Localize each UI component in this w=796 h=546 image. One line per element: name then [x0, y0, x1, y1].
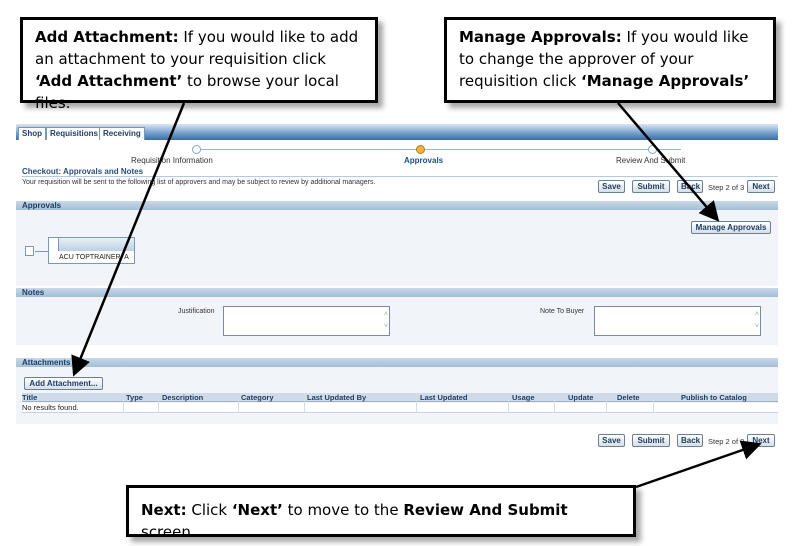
column-header-last-updated[interactable]: Last Updated: [420, 393, 468, 402]
approver-name: ACU TOPTRAINER, A: [59, 254, 129, 261]
column-divider: [158, 393, 159, 413]
add-attachment-button[interactable]: Add Attachment...: [24, 377, 103, 390]
column-divider: [304, 393, 305, 413]
column-header-last-updated-by[interactable]: Last Updated By: [307, 393, 366, 402]
callout-emphasis: ‘Manage Approvals’: [581, 72, 750, 90]
note-to-buyer-label: Note To Buyer: [540, 308, 585, 315]
scroll-arrows-icon[interactable]: ˄ ˅: [755, 309, 759, 333]
train-step-dot: [648, 145, 657, 154]
train-step-requisition-information[interactable]: Requisition Information: [131, 156, 213, 165]
title-divider: [22, 176, 778, 177]
attachments-table-header: Title Type Description Category Last Upd…: [22, 393, 778, 402]
step-indicator-bottom: Step 2 of 3: [708, 437, 745, 446]
save-button-bottom[interactable]: Save: [598, 434, 625, 447]
section-header-attachments: Attachments: [16, 358, 778, 367]
manage-approvals-button[interactable]: Manage Approvals: [691, 221, 771, 234]
callout-title: Next:: [141, 501, 187, 519]
train-line: [196, 149, 681, 150]
callout-next: Next: Click ‘Next’ to move to the Review…: [126, 485, 636, 541]
callout-add-attachment: Add Attachment: If you would like to add…: [20, 17, 378, 112]
page-title: Checkout: Approvals and Notes: [22, 167, 144, 176]
column-header-delete[interactable]: Delete: [617, 393, 640, 402]
back-button-bottom[interactable]: Back: [677, 434, 703, 447]
train-step-approvals: Approvals: [404, 156, 444, 165]
callout-emphasis: ‘Next’: [231, 501, 283, 519]
save-button[interactable]: Save: [598, 180, 625, 193]
tab-shop[interactable]: Shop: [18, 127, 46, 140]
column-divider: [123, 393, 124, 413]
column-divider: [416, 393, 417, 413]
callout-text: screen.: [141, 523, 196, 541]
column-divider: [554, 393, 555, 413]
column-divider: [606, 393, 607, 413]
column-header-type[interactable]: Type: [126, 393, 143, 402]
justification-label: Justification: [178, 308, 215, 315]
back-button[interactable]: Back: [677, 180, 703, 193]
submit-button-bottom[interactable]: Submit: [632, 434, 670, 447]
callout-emphasis: Review And Submit: [403, 501, 568, 519]
progress-train: Requisition Information Approvals Review…: [16, 140, 778, 165]
callout-title: Add Attachment:: [35, 28, 179, 46]
tab-bar: Shop Requisitions Receiving: [16, 124, 778, 140]
column-divider: [508, 393, 509, 413]
column-header-title[interactable]: Title: [22, 393, 37, 402]
step-indicator: Step 2 of 3: [708, 183, 745, 192]
tab-requisitions[interactable]: Requisitions: [46, 127, 103, 140]
scroll-arrows-icon[interactable]: ˄ ˅: [384, 309, 388, 333]
column-divider: [653, 393, 654, 413]
document-icon: [25, 246, 34, 256]
column-header-category[interactable]: Category: [241, 393, 274, 402]
app-screenshot: Shop Requisitions Receiving Requisition …: [16, 124, 778, 452]
train-step-review-and-submit: Review And Submit: [616, 156, 686, 165]
approver-node-header: [58, 238, 134, 251]
approver-node[interactable]: ACU TOPTRAINER, A: [48, 237, 135, 264]
table-row: No results found.: [22, 403, 778, 413]
train-step-dot-active: [416, 145, 425, 154]
justification-field[interactable]: ˄ ˅: [223, 306, 390, 336]
train-step-dot: [192, 145, 201, 154]
section-header-approvals: Approvals: [16, 201, 778, 210]
column-header-usage[interactable]: Usage: [512, 393, 535, 402]
column-divider: [238, 393, 239, 413]
tab-receiving[interactable]: Receiving: [99, 127, 145, 140]
callout-manage-approvals: Manage Approvals: If you would like to c…: [444, 17, 776, 103]
column-header-update[interactable]: Update: [568, 393, 593, 402]
callout-emphasis: ‘Add Attachment’: [35, 72, 183, 90]
column-header-publish-to-catalog[interactable]: Publish to Catalog: [681, 393, 747, 402]
page-instructions: Your requisition will be sent to the fol…: [22, 179, 376, 186]
column-header-description[interactable]: Description: [162, 393, 203, 402]
next-button-bottom[interactable]: Next: [747, 434, 775, 447]
callout-text: to move to the: [282, 501, 404, 519]
note-to-buyer-field[interactable]: ˄ ˅: [594, 306, 761, 336]
section-header-notes: Notes: [16, 288, 778, 297]
approver-connector: [35, 251, 48, 252]
callout-text: Click: [186, 501, 232, 519]
callout-title: Manage Approvals:: [459, 28, 622, 46]
empty-results-text: No results found.: [22, 403, 79, 412]
submit-button[interactable]: Submit: [632, 180, 670, 193]
next-button[interactable]: Next: [747, 180, 775, 193]
